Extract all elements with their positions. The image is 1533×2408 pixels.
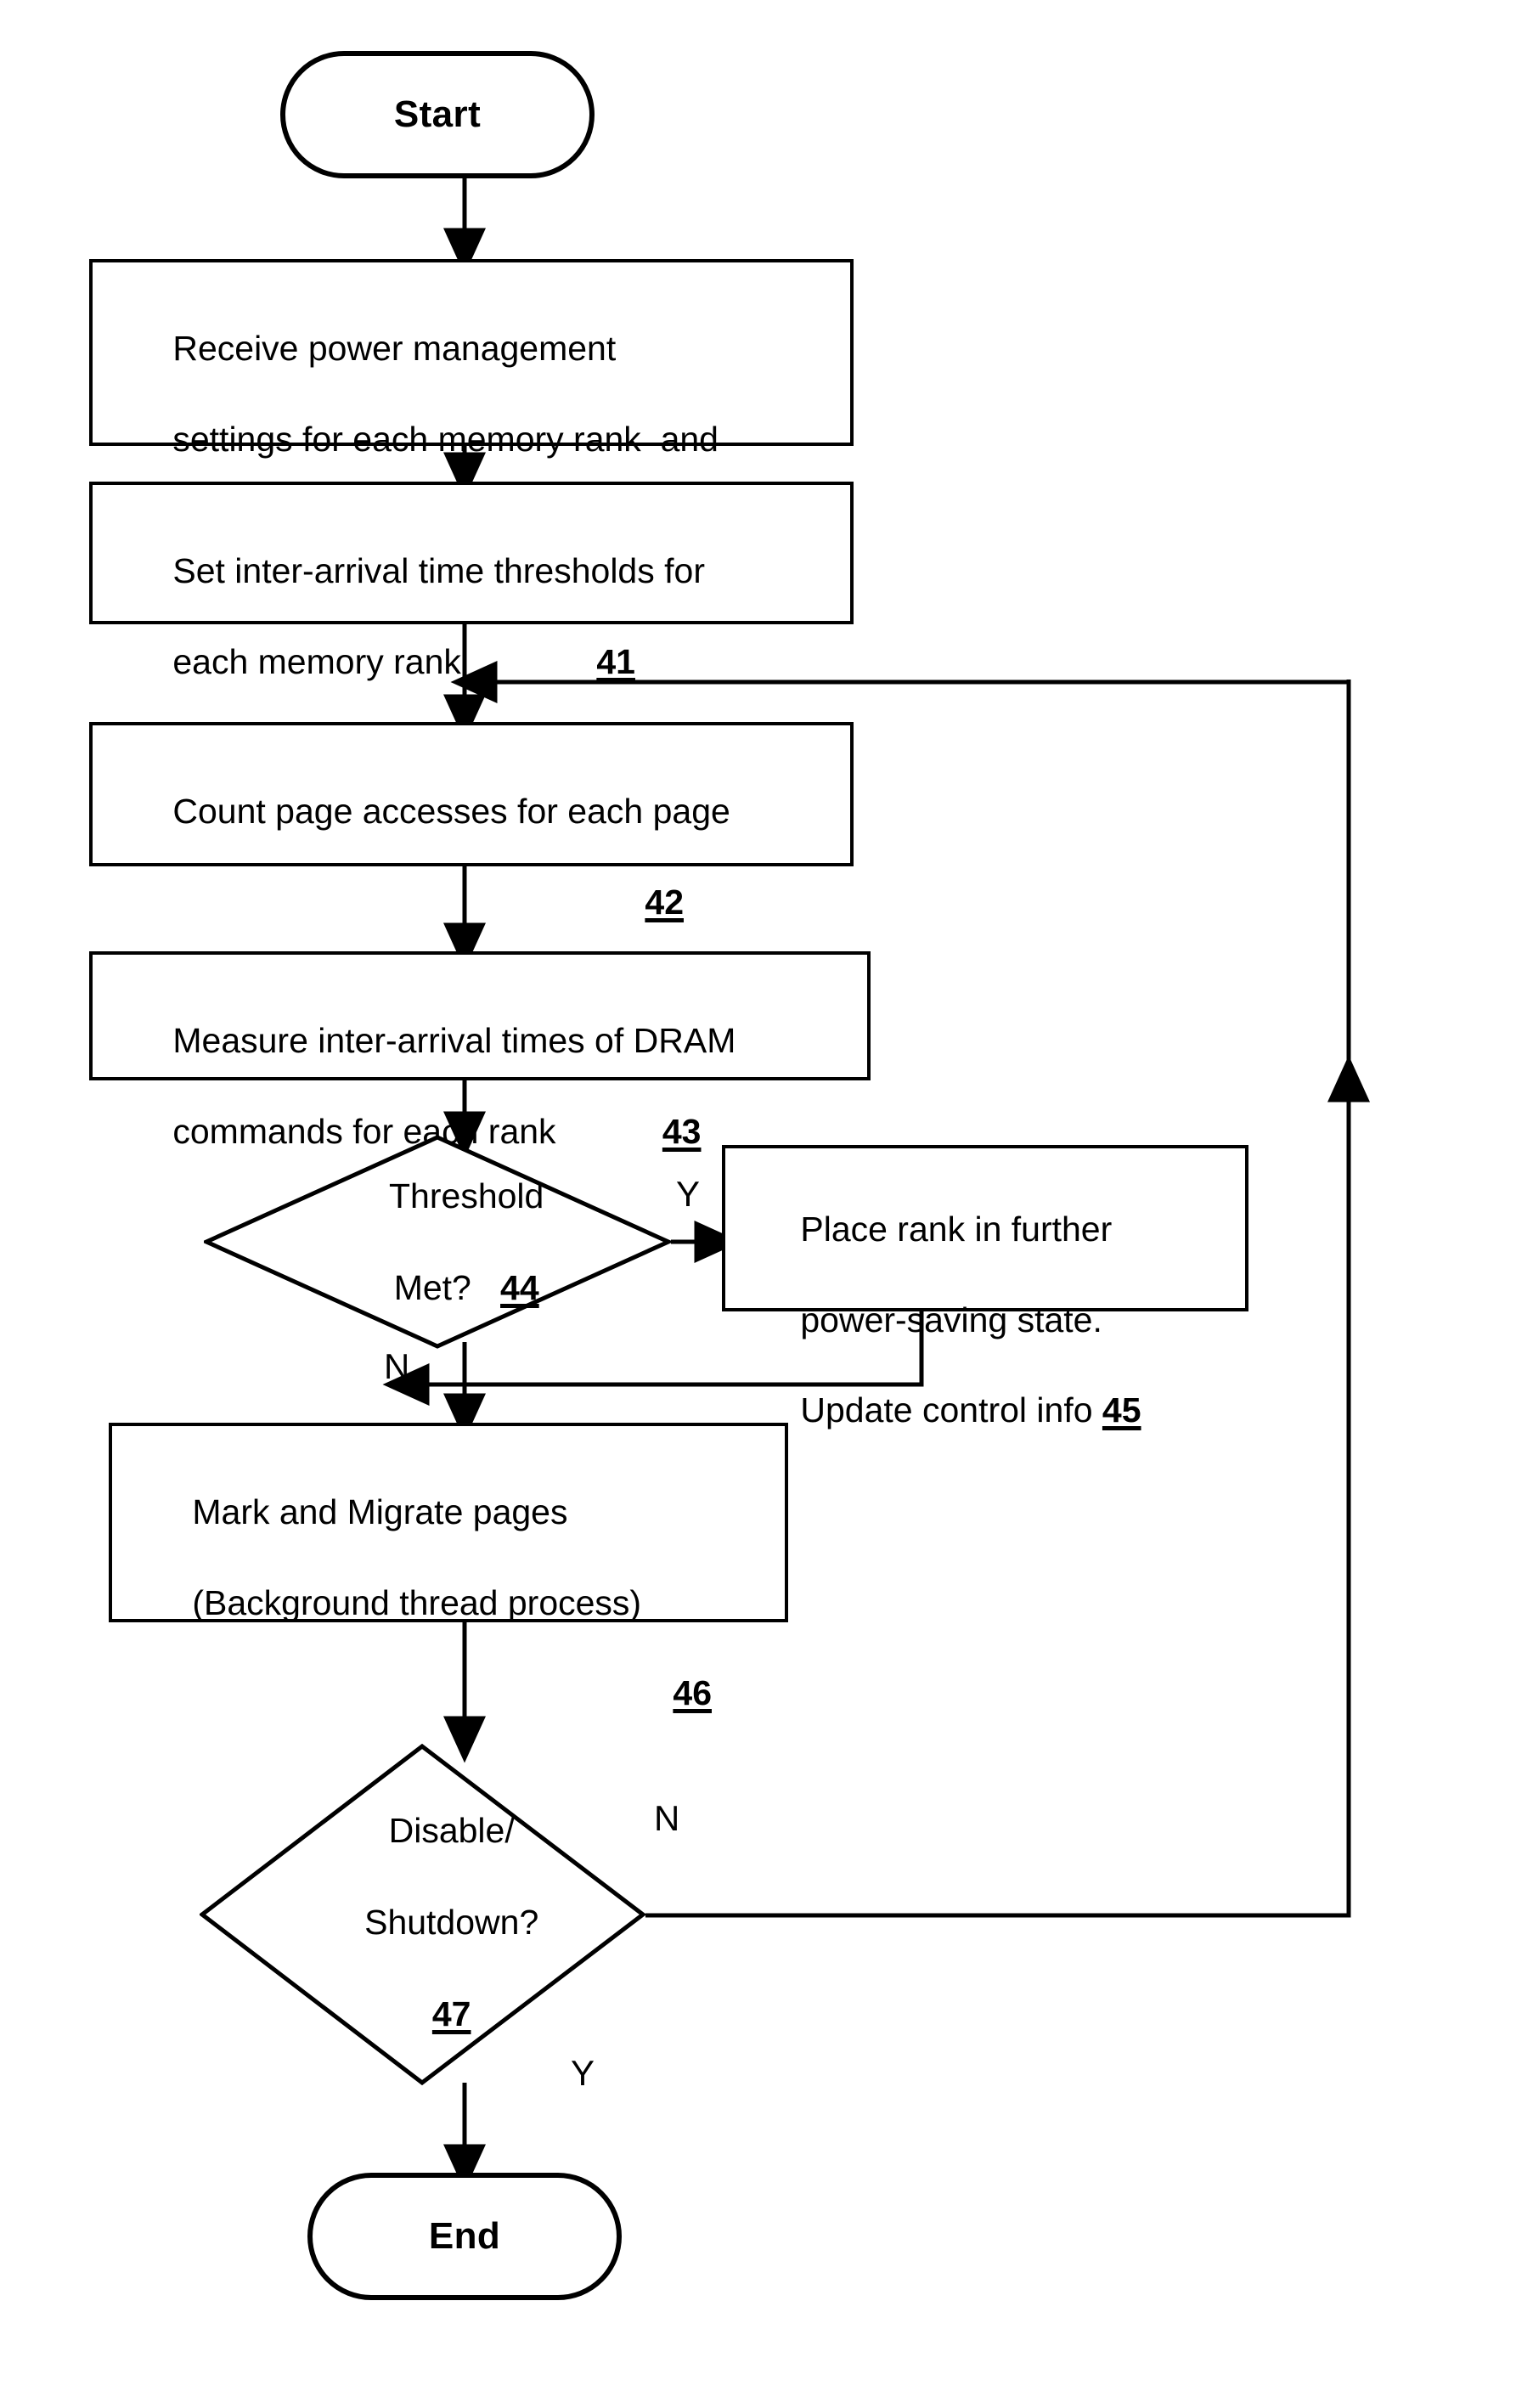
branch-label-shutdown-yes: Y — [571, 2053, 595, 2093]
process-step-42: Count page accesses for each page 42 — [89, 722, 854, 922]
decision-step-47: Disable/ Shutdown? 47 — [200, 1744, 645, 2085]
process-step-43: Measure inter-arrival times of DRAM comm… — [89, 951, 871, 1151]
step-46-line-1: Mark and Migrate pages — [192, 1492, 568, 1532]
step-44-line-2: Met? — [393, 1268, 471, 1308]
step-45-line-3: Update control info — [800, 1390, 1093, 1430]
process-step-41: Set inter-arrival time thresholds for ea… — [89, 482, 854, 681]
terminal-start-label: Start — [393, 93, 482, 135]
step-41-line-1: Set inter-arrival time thresholds for — [172, 551, 705, 591]
terminal-end: End — [307, 2173, 622, 2300]
step-45-line-2: power-saving state. — [800, 1300, 1102, 1339]
terminal-end-label: End — [428, 2215, 501, 2257]
step-47-line-1: Disable/ — [388, 1810, 515, 1850]
step-40-line-1: Receive power management — [172, 329, 617, 369]
decision-step-44-text: Threshold Met? 44 — [331, 1127, 544, 1357]
decision-step-44: Threshold Met? 44 — [204, 1135, 671, 1349]
branch-label-shutdown-no: N — [654, 1798, 680, 1838]
step-41-ref: 41 — [596, 641, 635, 681]
step-45-ref: 45 — [1102, 1390, 1141, 1430]
step-43-line-1: Measure inter-arrival times of DRAM — [172, 1021, 736, 1061]
process-step-45: Place rank in further power-saving state… — [722, 1145, 1248, 1430]
process-step-45-text: Place rank in further power-saving state… — [742, 1162, 1228, 1479]
process-step-41-text: Set inter-arrival time thresholds for ea… — [115, 504, 828, 730]
step-47-ref: 47 — [431, 1994, 471, 2034]
branch-label-threshold-yes: Y — [676, 1174, 701, 1214]
process-step-40: Receive power management settings for ea… — [89, 259, 854, 549]
step-42-ref: 42 — [645, 882, 684, 922]
step-44-line-1: Threshold — [389, 1176, 544, 1215]
flowchart-canvas: Start Receive power management settings … — [0, 0, 1533, 2408]
step-46-ref: 46 — [673, 1673, 712, 1713]
decision-step-47-text: Disable/ Shutdown? 47 — [307, 1746, 539, 2084]
step-47-line-2: Shutdown? — [364, 1902, 539, 1942]
step-41-line-2: each memory rank — [172, 641, 461, 681]
step-42-line-1: Count page accesses for each page — [172, 792, 730, 832]
step-46-line-2: (Background thread process) — [192, 1582, 642, 1622]
step-45-line-1: Place rank in further — [800, 1210, 1113, 1249]
step-40-line-2: settings for each memory rank and — [172, 419, 719, 459]
terminal-start: Start — [280, 51, 595, 178]
process-step-46: Mark and Migrate pages (Background threa… — [109, 1423, 788, 1712]
step-44-ref: 44 — [500, 1268, 539, 1308]
